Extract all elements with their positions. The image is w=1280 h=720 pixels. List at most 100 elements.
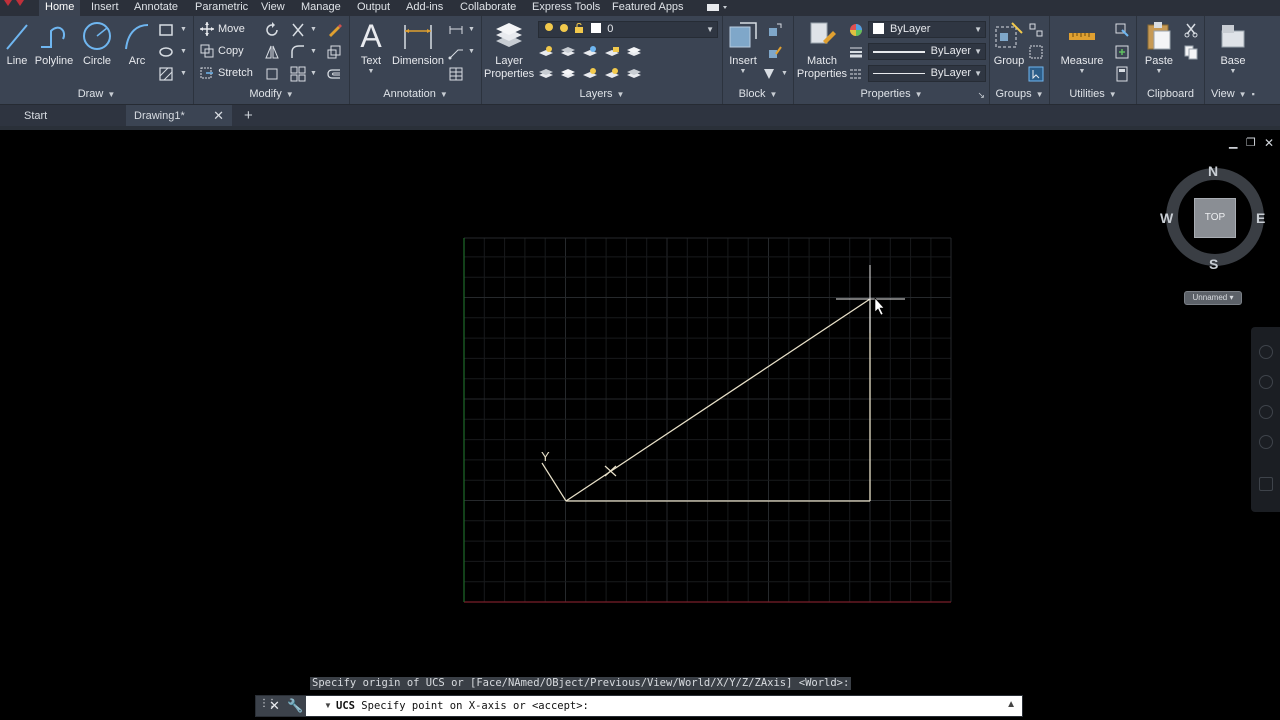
- table-icon[interactable]: [448, 66, 464, 82]
- layer-freeze-tool-icon[interactable]: [582, 44, 598, 60]
- fillet-dropdown-caret[interactable]: ▼: [310, 48, 317, 55]
- group-button[interactable]: Group: [992, 19, 1026, 68]
- calculator-icon[interactable]: [1114, 66, 1130, 82]
- menu-tab-parametric[interactable]: Parametric: [195, 0, 248, 16]
- layer-properties-button[interactable]: Layer Properties: [484, 19, 534, 81]
- new-tab-icon[interactable]: +: [244, 107, 253, 124]
- trim-icon[interactable]: [290, 22, 306, 38]
- command-history-toggle-icon[interactable]: ▲: [1006, 699, 1016, 710]
- create-block-icon[interactable]: [767, 22, 783, 38]
- zoom-icon[interactable]: [1259, 405, 1273, 419]
- annotation-panel-title[interactable]: Annotation ▼: [350, 88, 481, 102]
- fillet-icon[interactable]: [290, 44, 306, 60]
- menu-tab-annotate[interactable]: Annotate: [134, 0, 178, 16]
- circle-tool-button[interactable]: Circle: [80, 19, 114, 68]
- clipboard-panel-title[interactable]: Clipboard: [1137, 88, 1204, 102]
- layer-dropdown[interactable]: 0 ▼: [538, 21, 718, 38]
- layer-off-icon[interactable]: [538, 44, 554, 60]
- file-tab-drawing1[interactable]: Drawing1* ✕: [126, 105, 232, 127]
- block-panel-title[interactable]: Block ▼: [723, 88, 793, 102]
- menu-tab-add-ins[interactable]: Add-ins: [406, 0, 443, 16]
- rectangle-dropdown-caret[interactable]: ▼: [180, 26, 187, 33]
- steering-wheel-icon[interactable]: [1259, 345, 1273, 359]
- command-prompt[interactable]: UCS Specify point on X-axis or <accept>:: [336, 696, 589, 716]
- scale-icon[interactable]: [326, 44, 342, 60]
- modify-panel-title[interactable]: Modify ▼: [194, 88, 349, 102]
- leader-caret[interactable]: ▼: [468, 48, 475, 55]
- insert-block-button[interactable]: Insert ▼: [725, 19, 761, 76]
- leader-icon[interactable]: [448, 44, 464, 60]
- polyline-tool-button[interactable]: Polyline: [34, 19, 74, 68]
- mirror-icon[interactable]: [264, 44, 280, 60]
- offset-icon[interactable]: [326, 66, 342, 82]
- minimize-viewport-icon[interactable]: ▁: [1229, 136, 1237, 149]
- id-point-icon[interactable]: [1114, 44, 1130, 60]
- layer-thaw-icon[interactable]: [582, 66, 598, 82]
- linear-dimension-caret[interactable]: ▼: [468, 26, 475, 33]
- lineweight-dropdown[interactable]: ByLayer ▼: [868, 43, 986, 60]
- ellipse-dropdown-caret[interactable]: ▼: [180, 48, 187, 55]
- command-line[interactable]: ⋮⋮ ✕ 🔧 ▼ UCS Specify point on X-axis or …: [255, 695, 1023, 717]
- text-tool-button[interactable]: A Text ▼: [356, 19, 386, 76]
- menu-tab-output[interactable]: Output: [357, 0, 390, 16]
- copy-clip-icon[interactable]: [1183, 44, 1199, 60]
- layer-isolate-icon[interactable]: [560, 44, 576, 60]
- groups-panel-title[interactable]: Groups ▼: [990, 88, 1049, 102]
- pan-icon[interactable]: [1259, 375, 1273, 389]
- utilities-panel-title[interactable]: Utilities ▼: [1050, 88, 1136, 102]
- rectangle-icon[interactable]: [158, 22, 174, 38]
- copy-button[interactable]: Copy: [200, 42, 244, 60]
- edit-attributes-icon[interactable]: [761, 66, 777, 82]
- layer-unlock-icon[interactable]: [604, 66, 620, 82]
- drawing-canvas[interactable]: Y ▁ ❐ ✕ N S E W TOP Unnamed ▾: [0, 130, 1280, 720]
- app-logo-icon[interactable]: [2, 0, 26, 6]
- hatch-icon[interactable]: [158, 66, 174, 82]
- draw-panel-title[interactable]: Draw ▼: [0, 88, 193, 102]
- file-tab-start[interactable]: Start: [24, 105, 114, 127]
- cut-icon[interactable]: [1183, 22, 1199, 38]
- layer-match-icon[interactable]: [626, 66, 642, 82]
- match-properties-button[interactable]: Match Properties: [796, 19, 848, 81]
- linetype-icon[interactable]: [848, 66, 864, 82]
- model-space-drawing[interactable]: Y: [0, 130, 1280, 720]
- ellipse-icon[interactable]: [158, 44, 174, 60]
- line-tool-button[interactable]: Line: [4, 19, 30, 68]
- viewcube-east[interactable]: E: [1256, 210, 1265, 226]
- layer-on-tool-icon[interactable]: [538, 66, 554, 82]
- menu-tab-collaborate[interactable]: Collaborate: [460, 0, 516, 16]
- color-wheel-icon[interactable]: [848, 22, 864, 38]
- edit-block-icon[interactable]: [767, 44, 783, 60]
- dimension-tool-button[interactable]: Dimension: [392, 19, 444, 68]
- array-dropdown-caret[interactable]: ▼: [310, 70, 317, 77]
- erase-icon[interactable]: [326, 22, 342, 38]
- viewcube-south[interactable]: S: [1209, 256, 1218, 272]
- trim-dropdown-caret[interactable]: ▼: [310, 26, 317, 33]
- group-edit-icon[interactable]: [1028, 44, 1044, 60]
- array-icon[interactable]: [290, 66, 306, 82]
- menu-tab-home[interactable]: Home: [39, 0, 81, 16]
- explode-icon[interactable]: [264, 66, 280, 82]
- workspace-toggle-icon[interactable]: [706, 3, 730, 13]
- group-selection-icon[interactable]: [1028, 66, 1044, 82]
- customize-wrench-icon[interactable]: 🔧: [287, 698, 303, 714]
- move-button[interactable]: Move: [200, 20, 245, 38]
- close-tab-icon[interactable]: ✕: [213, 105, 224, 127]
- properties-dialog-launcher-icon[interactable]: ↘: [977, 90, 985, 101]
- view-panel-title[interactable]: View ▼ ▪: [1211, 88, 1280, 102]
- layers-panel-title[interactable]: Layers ▼: [482, 88, 722, 102]
- menu-tab-view[interactable]: View: [261, 0, 285, 16]
- measure-button[interactable]: Measure ▼: [1058, 19, 1106, 76]
- menu-tab-insert[interactable]: Insert: [91, 0, 119, 16]
- close-command-line-icon[interactable]: ✕: [269, 698, 280, 714]
- properties-panel-title[interactable]: Properties ▼: [794, 88, 989, 102]
- linetype-dropdown[interactable]: ByLayer ▼: [868, 65, 986, 82]
- orbit-icon[interactable]: [1259, 435, 1273, 449]
- linear-dimension-icon[interactable]: [448, 22, 464, 38]
- edit-attributes-caret[interactable]: ▼: [781, 70, 788, 77]
- viewcube-west[interactable]: W: [1160, 210, 1173, 226]
- menu-tab-express-tools[interactable]: Express Tools: [532, 0, 600, 16]
- layer-lock-tool-icon[interactable]: [604, 44, 620, 60]
- menu-tab-manage[interactable]: Manage: [301, 0, 341, 16]
- showmotion-icon[interactable]: [1259, 477, 1273, 491]
- rotate-icon[interactable]: [264, 22, 280, 38]
